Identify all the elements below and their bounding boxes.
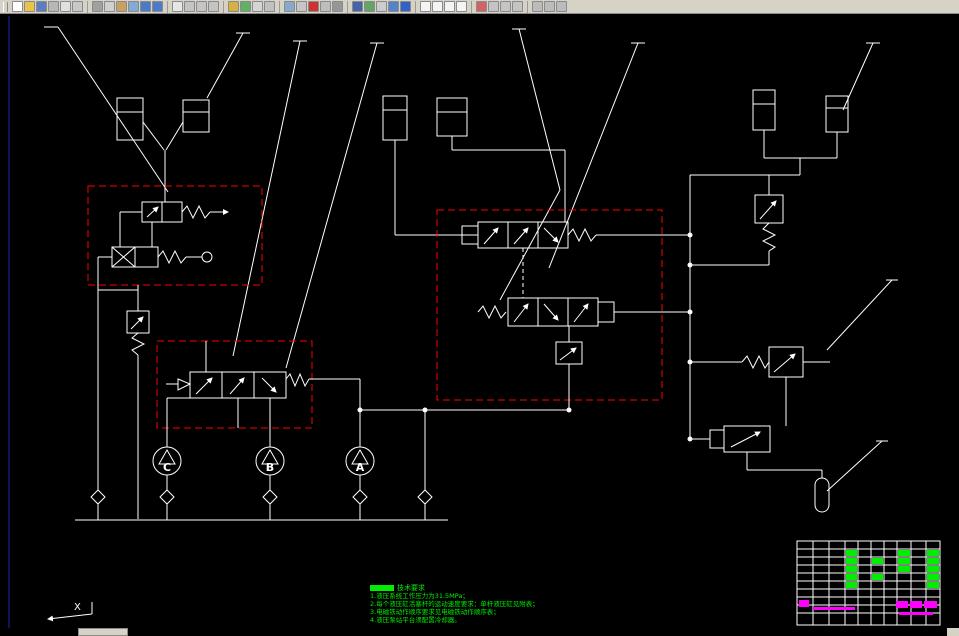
- tech-notes[interactable]: 技术要求 1.液压系统工作压力为31.5MPa； 2.每个液压缸活塞杆的运动速度要…: [370, 584, 545, 624]
- svg-text:B: B: [266, 461, 274, 474]
- solenoid-valve-lower-right[interactable]: [690, 425, 823, 478]
- toolbar-separator: [527, 0, 528, 13]
- lineweight-icon[interactable]: [332, 1, 343, 12]
- new-file-icon[interactable]: [12, 1, 23, 12]
- pan-icon[interactable]: [172, 1, 183, 12]
- text-style-icon[interactable]: [352, 1, 363, 12]
- svg-text:C: C: [163, 461, 171, 474]
- title-block[interactable]: [796, 540, 941, 626]
- cut-icon[interactable]: [92, 1, 103, 12]
- ucs-icon: X: [47, 602, 93, 622]
- toolbar-separator: [167, 0, 168, 13]
- tech-notes-lines: 1.液压系统工作压力为31.5MPa； 2.每个液压缸活塞杆的运动速度要求：单杆液…: [370, 592, 545, 624]
- layer-states-icon[interactable]: [296, 1, 307, 12]
- pump-c[interactable]: C: [152, 446, 182, 490]
- tech-notes-title: 技术要求: [397, 584, 425, 592]
- grid-toggle-icon[interactable]: [556, 1, 567, 12]
- redo-icon[interactable]: [152, 1, 163, 12]
- properties-icon[interactable]: [388, 1, 399, 12]
- color-control-icon[interactable]: [308, 1, 319, 12]
- scale-icon[interactable]: [512, 1, 523, 12]
- list-icon[interactable]: [252, 1, 263, 12]
- move-icon[interactable]: [488, 1, 499, 12]
- locate-point-icon[interactable]: [264, 1, 275, 12]
- svg-text:A: A: [356, 461, 365, 474]
- center-valve-lower[interactable]: [360, 297, 690, 411]
- valve-block-1[interactable]: [98, 201, 229, 268]
- corner-fragment: [947, 628, 959, 636]
- toolbar-separator: [223, 0, 224, 13]
- zoom-previous-icon[interactable]: [208, 1, 219, 12]
- toolbar-separator: [87, 0, 88, 13]
- circle-tool-icon[interactable]: [444, 1, 455, 12]
- rotate-icon[interactable]: [500, 1, 511, 12]
- accumulator[interactable]: [814, 477, 830, 513]
- group-box-center[interactable]: [436, 209, 663, 401]
- zoom-realtime-icon[interactable]: [184, 1, 195, 12]
- area-icon[interactable]: [240, 1, 251, 12]
- suction-filters[interactable]: [75, 410, 448, 521]
- pump-a[interactable]: A: [345, 379, 375, 490]
- pilot-valve[interactable]: [126, 310, 150, 356]
- linetype-icon[interactable]: [320, 1, 331, 12]
- object-snap-icon[interactable]: [544, 1, 555, 12]
- pump-b[interactable]: B: [255, 446, 285, 490]
- toolbar: [0, 0, 959, 14]
- dim-style-icon[interactable]: [364, 1, 375, 12]
- plot-icon[interactable]: [48, 1, 59, 12]
- center-valve-upper[interactable]: [461, 221, 690, 298]
- plot-preview-icon[interactable]: [60, 1, 71, 12]
- command-line-fragment[interactable]: [78, 628, 128, 636]
- directional-valve-lower-left[interactable]: [166, 341, 360, 447]
- toolbar-separator: [471, 0, 472, 13]
- cylinder-top-left[interactable]: [116, 97, 210, 202]
- layers-icon[interactable]: [284, 1, 295, 12]
- toolbar-separator: [279, 0, 280, 13]
- drawing-canvas[interactable]: C B A X: [0, 0, 959, 636]
- paste-icon[interactable]: [116, 1, 127, 12]
- save-file-icon[interactable]: [36, 1, 47, 12]
- cylinder-top-middle[interactable]: [382, 95, 566, 236]
- help-icon[interactable]: [400, 1, 411, 12]
- toolbar-separator: [415, 0, 416, 13]
- leader-lines[interactable]: [44, 26, 898, 492]
- undo-icon[interactable]: [140, 1, 151, 12]
- tech-note-line: 3.电磁铁动作顺序要求见电磁铁动作顺序表；: [370, 608, 500, 616]
- bottom-bar: [0, 628, 959, 636]
- tech-notes-title-row: 技术要求: [370, 584, 545, 592]
- zoom-window-icon[interactable]: [196, 1, 207, 12]
- group-box-2[interactable]: [156, 340, 313, 429]
- model-space-icon[interactable]: [532, 1, 543, 12]
- throttle-valve-right[interactable]: [690, 346, 830, 426]
- distance-icon[interactable]: [228, 1, 239, 12]
- tech-note-line: 2.每个液压缸活塞杆的运动速度要求：单杆液压缸见附表；: [370, 600, 539, 608]
- arc-tool-icon[interactable]: [456, 1, 467, 12]
- tech-note-line: 4.液压泵站平台须配置冷却器。: [370, 616, 461, 624]
- open-file-icon[interactable]: [24, 1, 35, 12]
- toolbar-grip[interactable]: [3, 1, 8, 12]
- erase-icon[interactable]: [476, 1, 487, 12]
- ucs-x-label: X: [74, 602, 81, 613]
- table-style-icon[interactable]: [376, 1, 387, 12]
- match-properties-icon[interactable]: [128, 1, 139, 12]
- supply-lines-left[interactable]: [97, 257, 139, 519]
- group-box-1[interactable]: [87, 185, 263, 286]
- line-tool-icon[interactable]: [420, 1, 431, 12]
- tech-notes-highlight-bar: [370, 585, 394, 591]
- relief-valve[interactable]: [690, 175, 784, 266]
- toolbar-separator: [347, 0, 348, 13]
- copy-icon[interactable]: [104, 1, 115, 12]
- publish-icon[interactable]: [72, 1, 83, 12]
- tech-note-line: 1.液压系统工作压力为31.5MPa；: [370, 592, 469, 600]
- cylinder-top-right[interactable]: [690, 89, 849, 176]
- polyline-tool-icon[interactable]: [432, 1, 443, 12]
